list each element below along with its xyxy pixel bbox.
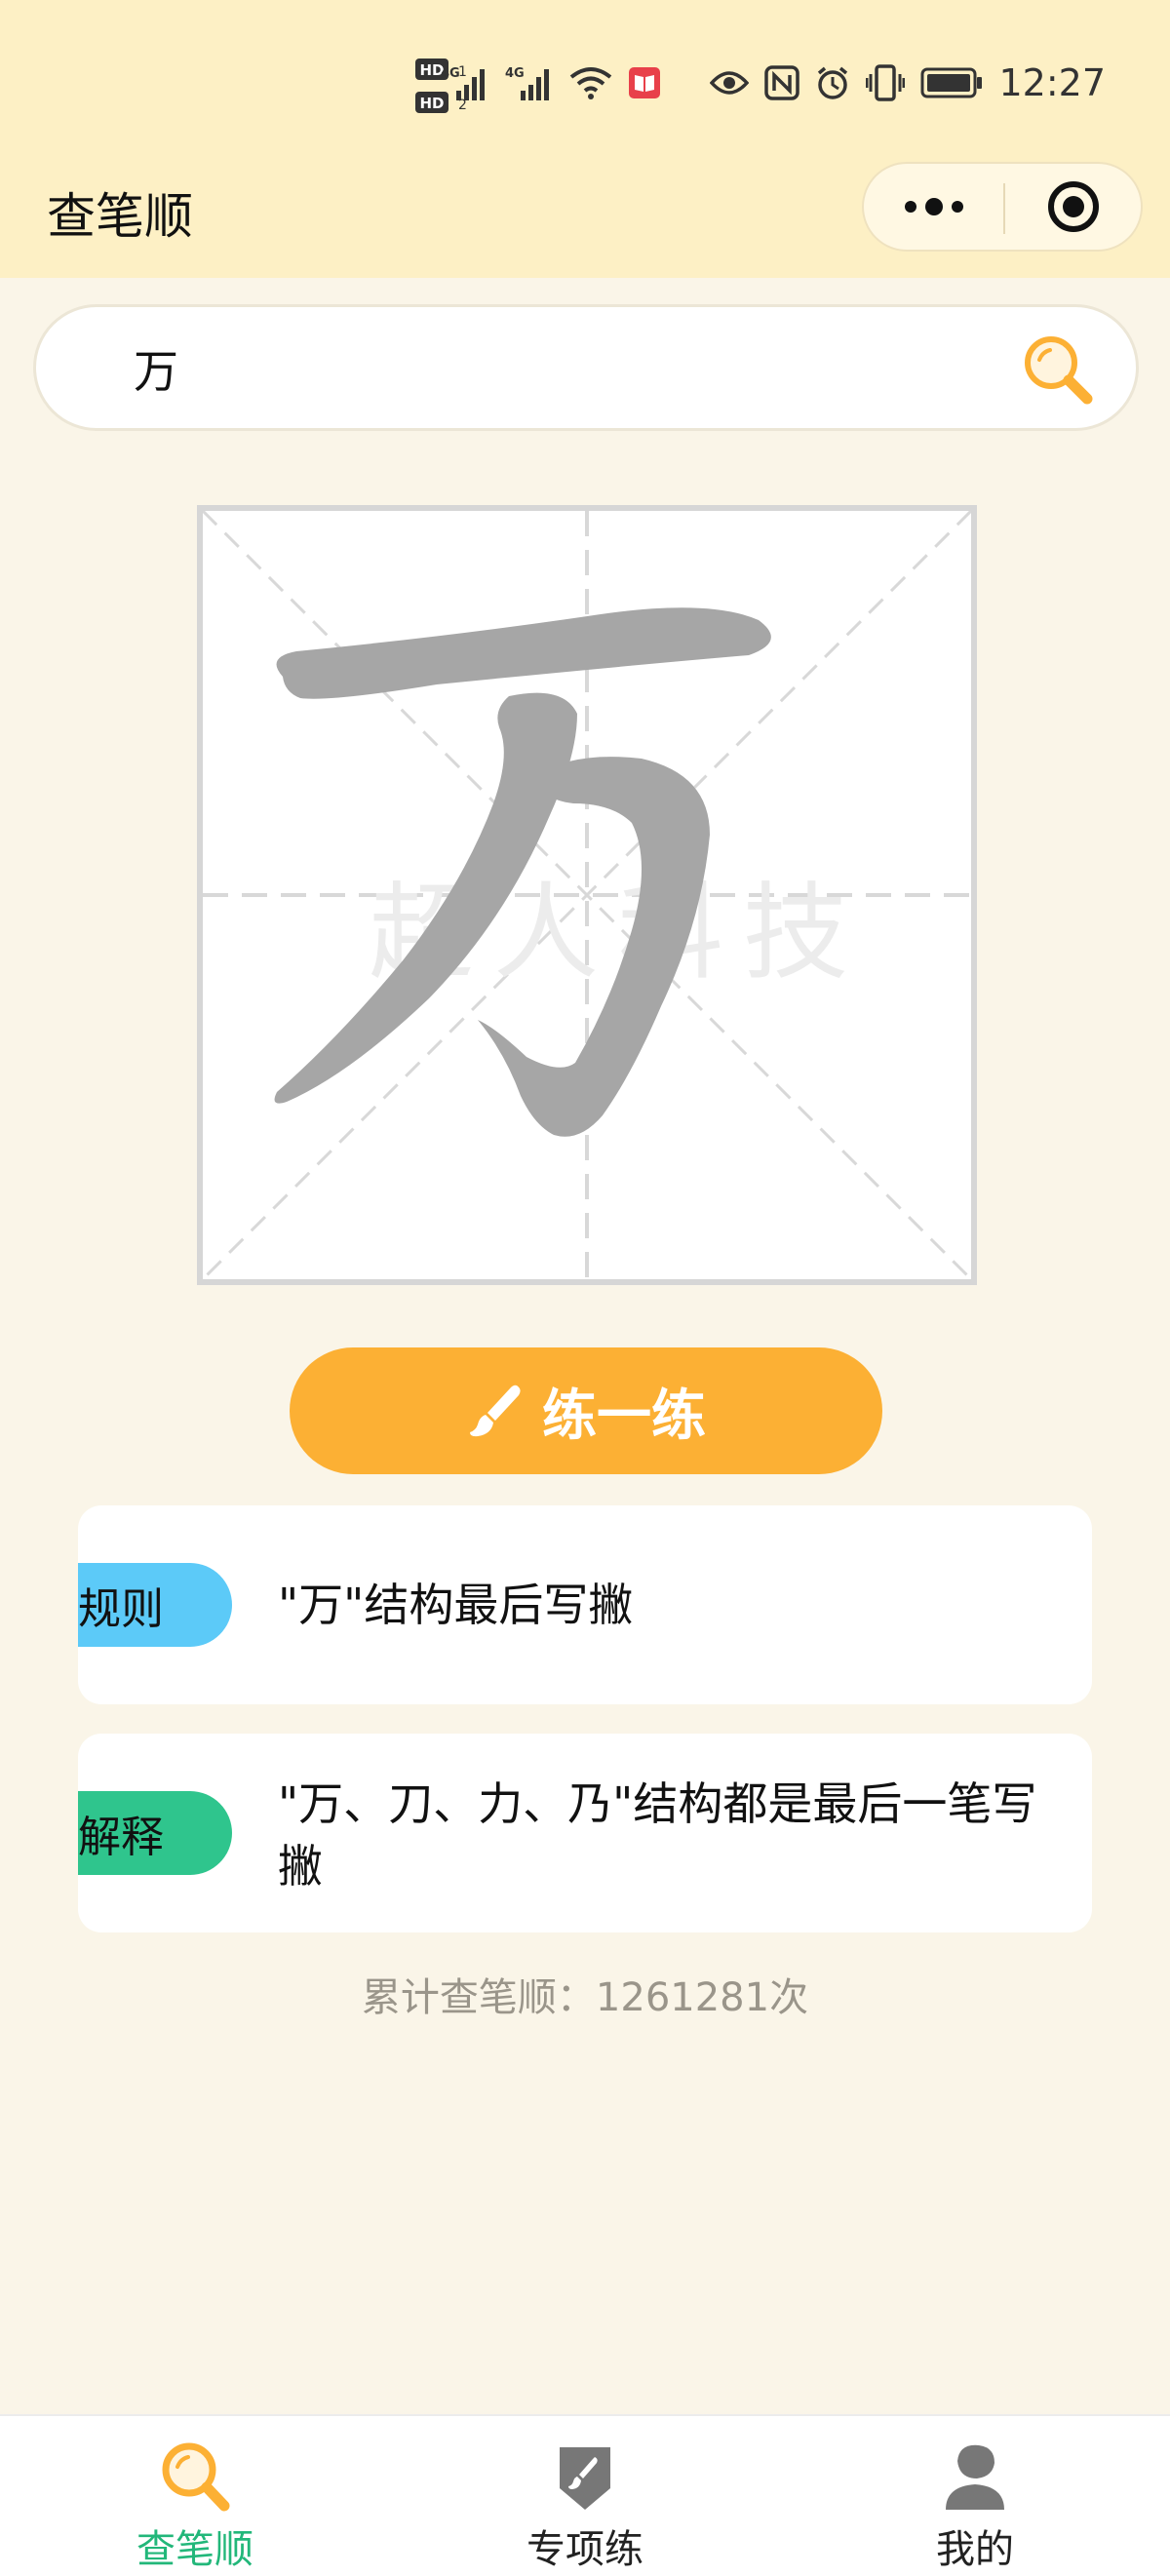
eye-icon <box>710 69 750 97</box>
tab-practice[interactable]: 专项练 <box>390 2416 780 2576</box>
page-title: 查笔顺 <box>47 188 193 245</box>
search-button[interactable] <box>1019 331 1097 409</box>
vibrate-icon <box>866 64 906 101</box>
brush-icon <box>470 1385 521 1437</box>
signal-icon: 4G <box>441 63 489 102</box>
battery-icon <box>920 67 983 98</box>
stroke-pie <box>274 692 577 1104</box>
stroke-heng <box>276 607 771 699</box>
more-icon <box>904 198 963 215</box>
explanation-tag: 解释 <box>78 1791 232 1875</box>
search-bar[interactable]: 万 <box>33 304 1139 431</box>
alarm-icon <box>815 65 850 100</box>
wifi-icon <box>569 65 612 100</box>
rule-card: 规则 "万"结构最后写撇 <box>78 1505 1092 1704</box>
character-strokes <box>274 607 771 1137</box>
user-icon <box>946 2444 1004 2510</box>
status-time: 12:27 <box>998 61 1106 104</box>
signal-icon: 4G <box>505 63 554 102</box>
tab-label: 我的 <box>936 2527 1014 2572</box>
tab-label: 专项练 <box>526 2527 644 2572</box>
practice-label: 练一练 <box>542 1384 706 1448</box>
search-icon <box>162 2442 230 2512</box>
top-bar: HD 1 HD 2 4G 4G 12:27 查笔顺 <box>0 0 1170 278</box>
brush-tag-icon <box>560 2447 610 2510</box>
rule-tag: 规则 <box>78 1563 232 1647</box>
lookup-counter: 累计查笔顺：1261281次 <box>361 1975 809 2020</box>
rule-text: "万"结构最后写撇 <box>278 1579 634 1631</box>
close-button[interactable] <box>1005 164 1141 250</box>
more-button[interactable] <box>864 164 1003 250</box>
search-input[interactable]: 万 <box>134 336 178 401</box>
nfc-icon <box>764 65 800 100</box>
svg-text:4G: 4G <box>505 66 525 81</box>
mini-program-capsule <box>862 162 1143 252</box>
svg-text:4G: 4G <box>441 66 460 81</box>
tab-lookup[interactable]: 查笔顺 <box>0 2416 390 2576</box>
search-icon <box>1025 336 1093 405</box>
tab-mine[interactable]: 我的 <box>780 2416 1170 2576</box>
explanation-text: "万、刀、力、乃"结构都是最后一笔写撇 <box>278 1777 1037 1893</box>
target-icon <box>1047 181 1099 232</box>
tab-label: 查笔顺 <box>136 2527 254 2572</box>
practice-button[interactable]: 练一练 <box>290 1347 882 1474</box>
explanation-card: 解释 "万、刀、力、乃"结构都是最后一笔写撇 <box>78 1734 1092 1932</box>
status-icons: 4G 4G 12:27 <box>441 54 1106 112</box>
bottom-tab-bar: 查笔顺 专项练 我的 <box>0 2414 1170 2576</box>
book-icon <box>628 66 661 99</box>
character-grid: 超人科技 <box>197 505 977 1285</box>
